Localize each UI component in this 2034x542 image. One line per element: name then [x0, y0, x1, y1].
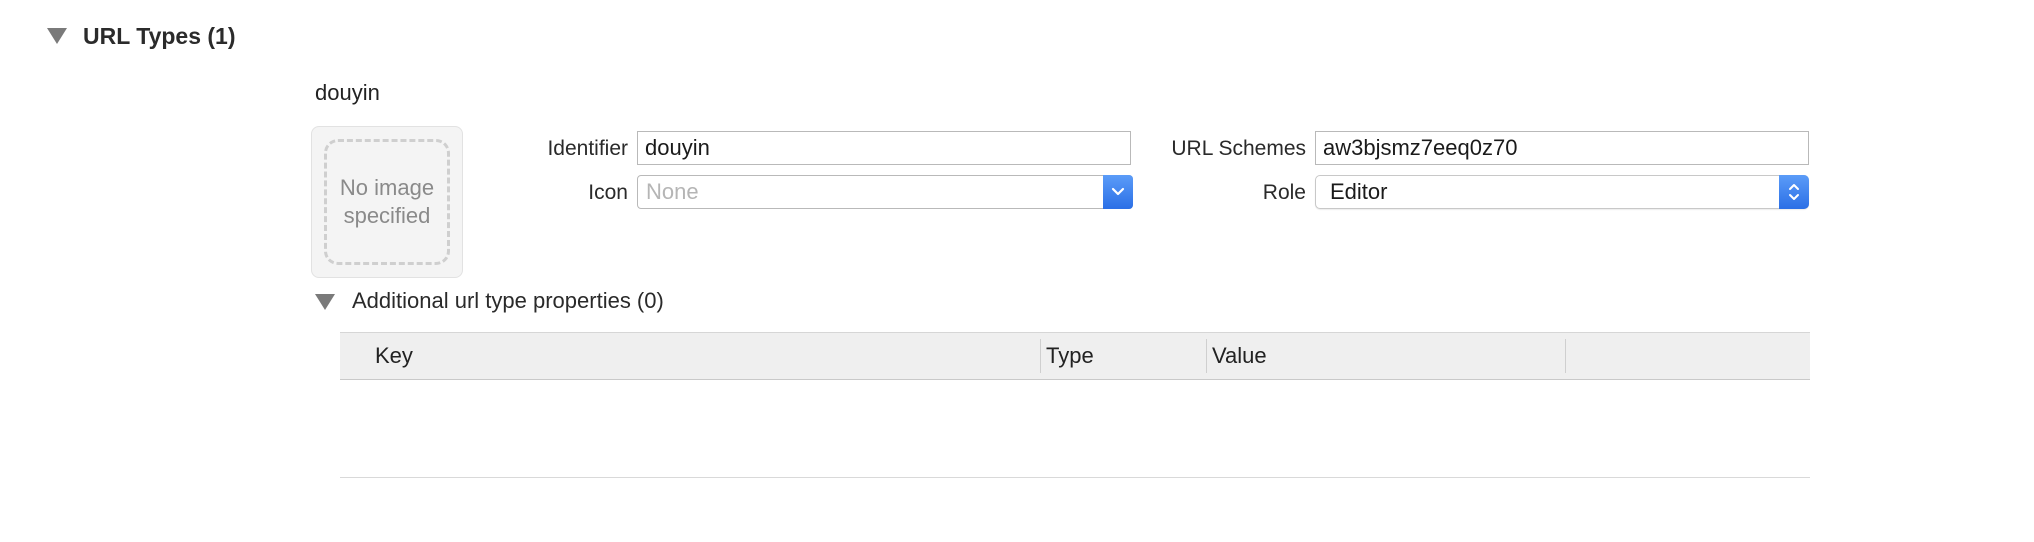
column-header-type[interactable]: Type [1046, 333, 1094, 379]
column-separator[interactable] [1565, 339, 1566, 373]
icon-combo-placeholder: None [646, 179, 699, 204]
column-separator[interactable] [1206, 339, 1207, 373]
additional-properties-disclosure-icon[interactable] [315, 294, 335, 310]
url-schemes-field[interactable]: aw3bjsmz7eeq0z70 [1315, 131, 1809, 165]
identifier-label: Identifier [547, 137, 628, 160]
properties-table-body [340, 380, 1810, 476]
column-header-key[interactable]: Key [375, 333, 413, 379]
additional-properties-title: Additional url type properties (0) [352, 288, 664, 313]
identifier-field[interactable]: douyin [637, 131, 1131, 165]
role-popup-button[interactable]: Editor [1315, 175, 1809, 209]
role-popup-value: Editor [1330, 179, 1388, 204]
role-label: Role [1262, 181, 1306, 204]
icon-combo-box[interactable]: None [637, 175, 1133, 209]
image-well-placeholder: No image specified [324, 139, 450, 265]
image-well-text: No image specified [339, 175, 435, 228]
url-schemes-label: URL Schemes [1171, 137, 1306, 160]
column-separator[interactable] [1040, 339, 1041, 373]
column-header-value[interactable]: Value [1212, 333, 1267, 379]
url-types-section-title: URL Types (1) [83, 23, 236, 49]
icon-label: Icon [588, 181, 628, 204]
properties-table-bottom-border [340, 477, 1810, 478]
up-down-chevron-icon[interactable] [1779, 175, 1809, 209]
image-well[interactable]: No image specified [311, 126, 463, 278]
url-types-disclosure-icon[interactable] [47, 28, 67, 44]
url-type-entry-name: douyin [315, 80, 380, 105]
properties-table-header: Key Type Value [340, 332, 1810, 380]
